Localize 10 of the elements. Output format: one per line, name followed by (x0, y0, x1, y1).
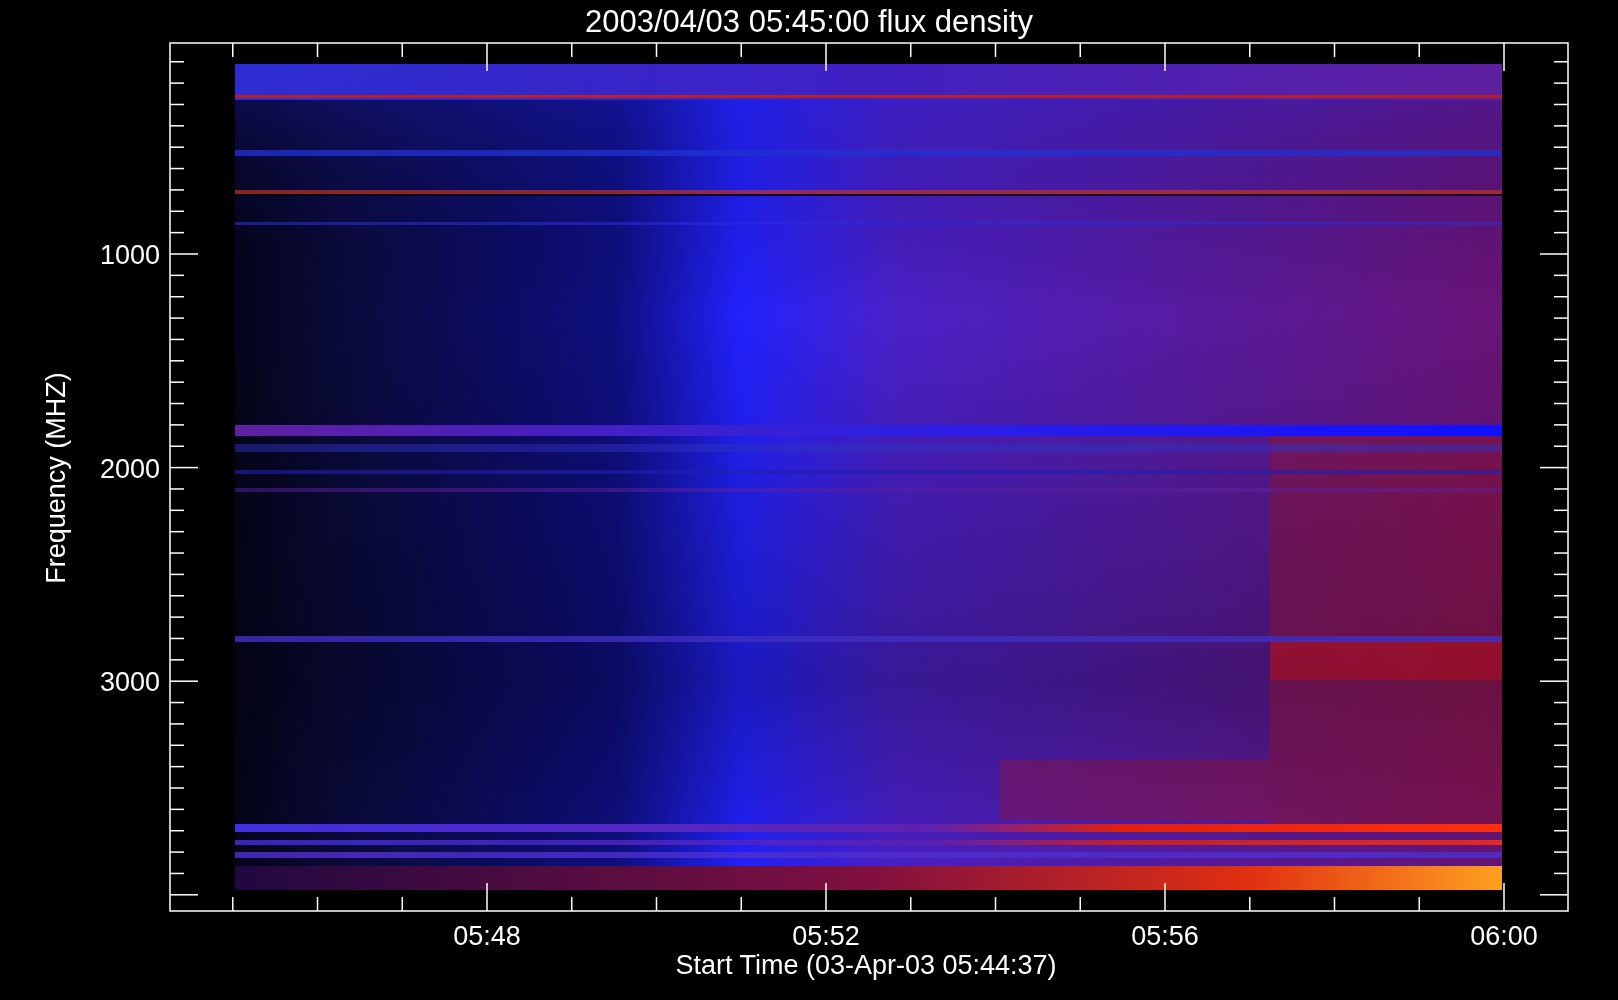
axis-label: Frequency (MHZ) (41, 372, 71, 584)
axis-tick-label: 3000 (99, 667, 160, 698)
axis-tick-label: 05:48 (453, 921, 521, 951)
chart-title: 2003/04/03 05:45:00 flux density (584, 4, 1034, 39)
axis-label: Start Time (03-Apr-03 05:44:37) (675, 950, 1057, 980)
axis-tick-label: 06:00 (1470, 921, 1538, 951)
axis-tick-label: 05:52 (792, 921, 860, 951)
axis-tick-label: 05:56 (1131, 921, 1199, 951)
axis-tick-label: 1000 (99, 240, 160, 270)
axis-tick-label: 2000 (99, 453, 160, 484)
